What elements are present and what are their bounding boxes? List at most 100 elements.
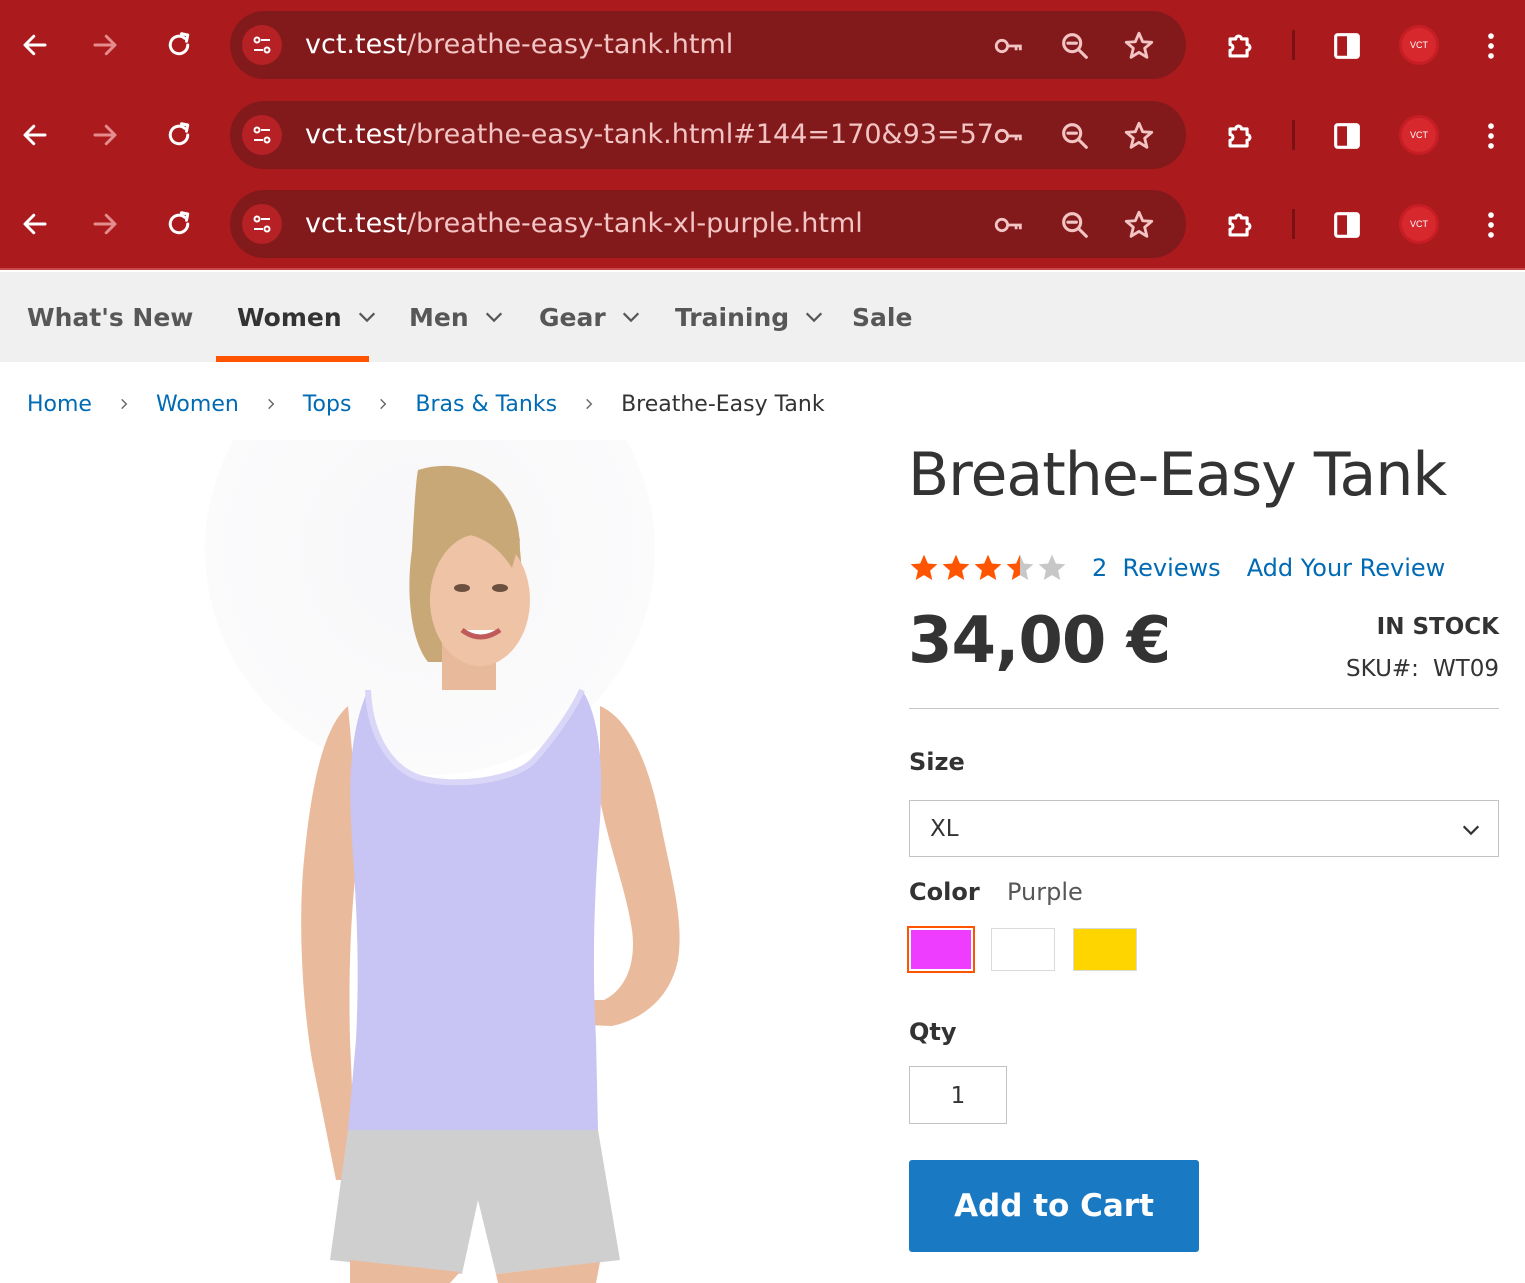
- password-key-icon[interactable]: [990, 27, 1028, 65]
- url-path: /breathe-easy-tank-xl-purple.html: [406, 208, 863, 239]
- breadcrumb-current: Breathe-Easy Tank: [621, 391, 825, 417]
- profile-label: VCT: [1410, 219, 1428, 229]
- menu-kebab-icon[interactable]: [1471, 205, 1511, 245]
- nav-item-label: Training: [675, 302, 790, 332]
- qty-label: Qty: [909, 1018, 957, 1046]
- size-selected-value: XL: [930, 815, 959, 842]
- address-bar[interactable]: vct.test/breathe-easy-tank.html: [230, 11, 1186, 79]
- reload-icon[interactable]: [160, 116, 198, 154]
- forward-arrow-icon[interactable]: [86, 205, 124, 243]
- password-key-icon[interactable]: [990, 206, 1028, 244]
- url-text[interactable]: vct.test/breathe-easy-tank-xl-purple.htm…: [305, 206, 863, 242]
- nav-item-gear[interactable]: Gear: [539, 272, 642, 362]
- menu-kebab-icon[interactable]: [1471, 116, 1511, 156]
- toolbar-separator: [1292, 209, 1295, 239]
- extensions-puzzle-icon[interactable]: [1220, 26, 1260, 66]
- bookmark-star-icon[interactable]: [1120, 117, 1158, 155]
- reload-icon[interactable]: [160, 205, 198, 243]
- profile-avatar[interactable]: VCT: [1399, 115, 1439, 155]
- nav-item-sale[interactable]: Sale: [852, 272, 912, 362]
- forward-arrow-icon[interactable]: [86, 116, 124, 154]
- nav-item-women[interactable]: Women: [237, 272, 378, 362]
- url-path: /breathe-easy-tank.html: [406, 29, 734, 60]
- browser-row: vct.test/breathe-easy-tank-xl-purple.htm…: [0, 189, 1525, 259]
- color-swatch-yellow[interactable]: [1073, 928, 1137, 971]
- nav-item-label: What's New: [27, 302, 194, 332]
- zoom-icon[interactable]: [1056, 206, 1094, 244]
- product-price: 34,00 €: [908, 604, 1171, 678]
- sku-info: SKU#: WT09: [1346, 656, 1499, 682]
- reload-icon[interactable]: [160, 26, 198, 64]
- reviews-count: 2: [1092, 554, 1108, 582]
- chevron-down-icon: [622, 312, 639, 323]
- bookmark-star-icon[interactable]: [1120, 27, 1158, 65]
- profile-avatar[interactable]: VCT: [1399, 25, 1439, 65]
- browser-toolbar-stack: vct.test/breathe-easy-tank.html VCT vct.…: [0, 0, 1525, 270]
- rating-star-icon: [1006, 554, 1034, 580]
- add-to-cart-button[interactable]: Add to Cart: [909, 1160, 1199, 1252]
- product-title: Breathe-Easy Tank: [908, 440, 1447, 510]
- breadcrumb-link[interactable]: Bras & Tanks: [415, 392, 557, 417]
- chevron-right-icon: [380, 398, 387, 410]
- site-settings-icon[interactable]: [242, 25, 282, 65]
- nav-item-label: Gear: [539, 302, 606, 332]
- rating-star-icon: [910, 554, 938, 580]
- color-swatch-white[interactable]: [991, 928, 1055, 971]
- profile-label: VCT: [1410, 130, 1428, 140]
- forward-arrow-icon[interactable]: [86, 26, 124, 64]
- breadcrumb-link[interactable]: Tops: [303, 392, 352, 417]
- profile-label: VCT: [1410, 40, 1428, 50]
- address-bar[interactable]: vct.test/breathe-easy-tank.html#144=170&…: [230, 101, 1186, 169]
- zoom-icon[interactable]: [1056, 27, 1094, 65]
- sku-label: SKU#:: [1346, 656, 1419, 682]
- product-image[interactable]: [180, 440, 780, 1283]
- chevron-down-icon: [485, 312, 502, 323]
- breadcrumb: Home Women Tops Bras & Tanks Breathe-Easy Ta…: [27, 388, 825, 420]
- color-swatch-purple[interactable]: [907, 926, 975, 973]
- color-label: Color: [909, 878, 980, 906]
- nav-item-training[interactable]: Training: [675, 272, 825, 362]
- qty-input[interactable]: 1: [909, 1066, 1007, 1124]
- rating-star-icon: [974, 554, 1002, 580]
- url-text[interactable]: vct.test/breathe-easy-tank.html#144=170&…: [305, 117, 994, 153]
- side-panel-icon[interactable]: [1327, 26, 1367, 66]
- url-text[interactable]: vct.test/breathe-easy-tank.html: [305, 27, 733, 63]
- extensions-puzzle-icon[interactable]: [1220, 205, 1260, 245]
- back-arrow-icon[interactable]: [16, 205, 54, 243]
- profile-avatar[interactable]: VCT: [1399, 204, 1439, 244]
- back-arrow-icon[interactable]: [16, 26, 54, 64]
- browser-row: vct.test/breathe-easy-tank.html VCT: [0, 10, 1525, 80]
- url-host: vct.test: [305, 208, 407, 239]
- rating-summary: 2 Reviews Add Your Review: [908, 548, 1445, 588]
- toolbar-separator: [1292, 120, 1295, 150]
- side-panel-icon[interactable]: [1327, 116, 1367, 156]
- nav-item-label: Men: [409, 302, 469, 332]
- zoom-icon[interactable]: [1056, 117, 1094, 155]
- breadcrumb-link[interactable]: Home: [27, 392, 92, 417]
- menu-kebab-icon[interactable]: [1471, 26, 1511, 66]
- nav-item-men[interactable]: Men: [409, 272, 505, 362]
- bookmark-star-icon[interactable]: [1120, 206, 1158, 244]
- nav-item-what-s-new[interactable]: What's New: [27, 272, 193, 362]
- back-arrow-icon[interactable]: [16, 116, 54, 154]
- reviews-link[interactable]: 2 Reviews: [1092, 554, 1221, 582]
- url-path: /breathe-easy-tank.html#144=170&93=57: [406, 119, 994, 150]
- side-panel-icon[interactable]: [1327, 205, 1367, 245]
- chevron-right-icon: [121, 398, 128, 410]
- divider: [909, 708, 1499, 709]
- extensions-puzzle-icon[interactable]: [1220, 116, 1260, 156]
- model-photo: [205, 440, 680, 1283]
- size-select[interactable]: XL: [909, 800, 1499, 857]
- sku-value: WT09: [1432, 656, 1499, 682]
- chevron-down-icon: [1462, 825, 1480, 836]
- browser-row: vct.test/breathe-easy-tank.html#144=170&…: [0, 100, 1525, 170]
- site-settings-icon[interactable]: [242, 115, 282, 155]
- chevron-down-icon: [358, 312, 375, 323]
- color-selected-value: Purple: [1007, 878, 1083, 906]
- add-review-link[interactable]: Add Your Review: [1247, 554, 1446, 582]
- address-bar[interactable]: vct.test/breathe-easy-tank-xl-purple.htm…: [230, 190, 1186, 258]
- breadcrumb-link[interactable]: Women: [156, 392, 239, 417]
- site-settings-icon[interactable]: [242, 204, 282, 244]
- password-key-icon[interactable]: [990, 117, 1028, 155]
- rating-star-icon: [942, 554, 970, 580]
